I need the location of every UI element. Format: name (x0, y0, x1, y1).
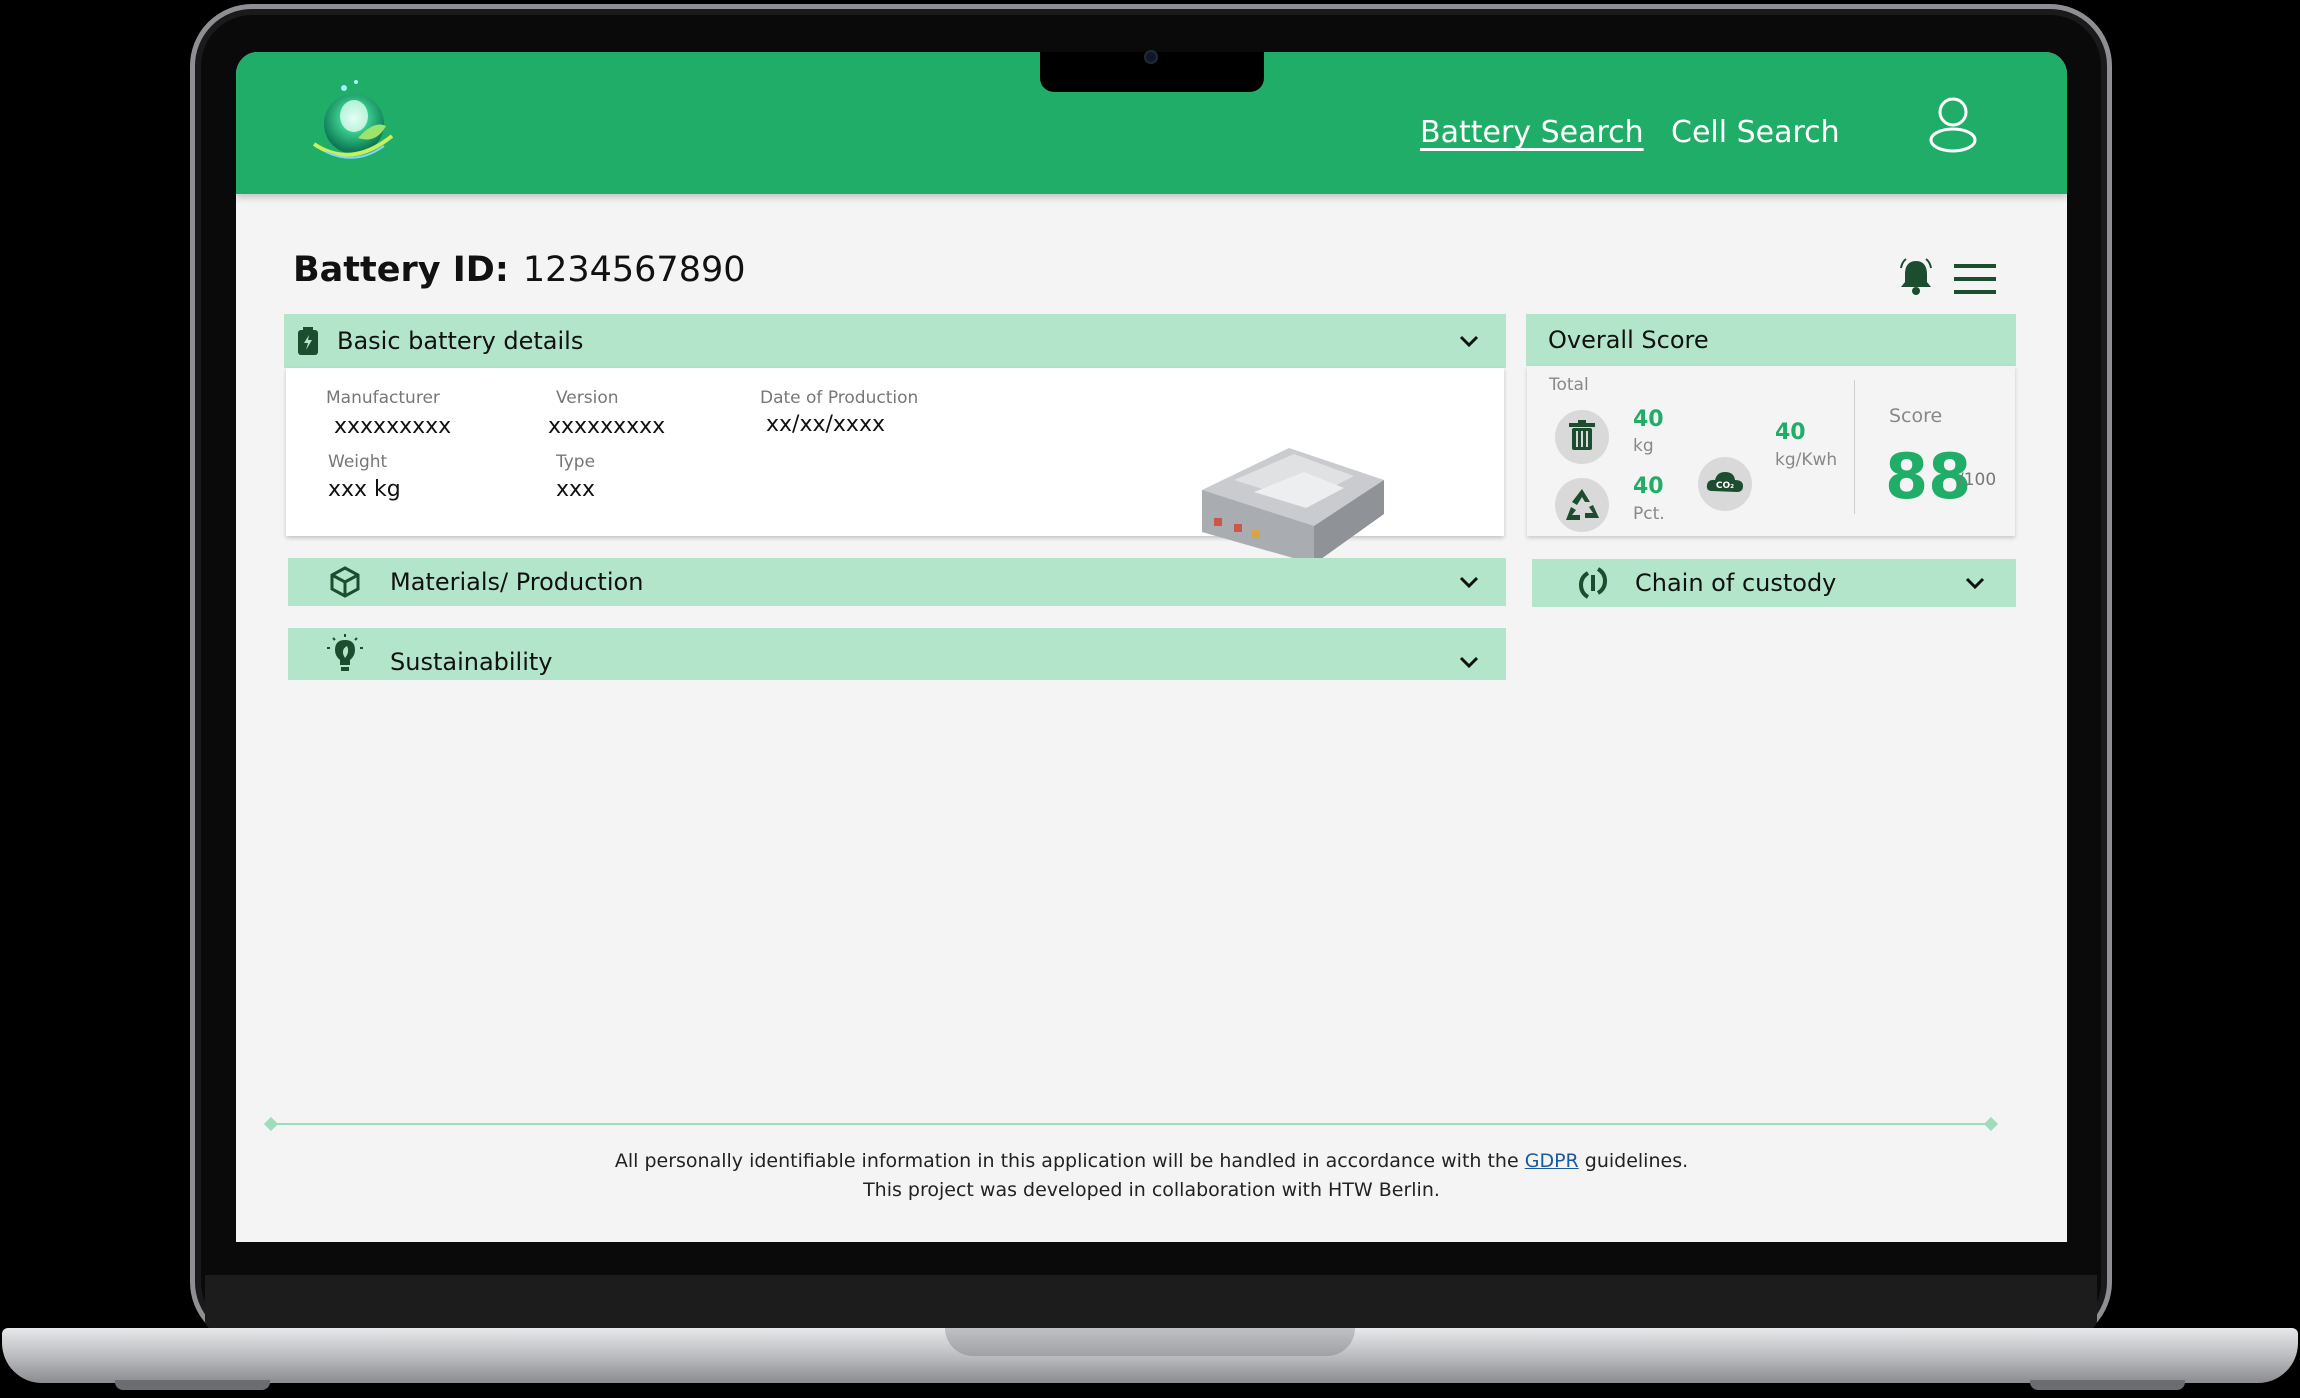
gdpr-text-after: guidelines. (1578, 1150, 1689, 1172)
date-of-production-value: xx/xx/xxxx (766, 412, 885, 437)
battery-icon (298, 327, 318, 355)
basic-details-title: Basic battery details (337, 327, 584, 355)
battery-id-value: 1234567890 (522, 250, 746, 290)
laptop-opening-notch (945, 1328, 1355, 1356)
chevron-down-icon[interactable] (1458, 334, 1480, 348)
nav-cell-search[interactable]: Cell Search (1671, 115, 1840, 150)
waste-unit: kg (1633, 436, 1654, 456)
recycle-value: 40 (1633, 474, 1664, 499)
battery-pack-image (1202, 448, 1384, 564)
weight-value: xxx kg (328, 477, 401, 502)
gdpr-text-before: All personally identifiable information … (614, 1150, 1525, 1172)
overall-score-title: Overall Score (1548, 326, 1709, 354)
sustainability-title: Sustainability (390, 648, 553, 676)
chain-link-icon (1578, 567, 1608, 599)
type-value: xxx (556, 477, 596, 502)
divider-end-marker (263, 1116, 279, 1132)
battery-id-label: Battery ID: (293, 250, 509, 290)
notification-bell-icon[interactable] (1896, 256, 1936, 296)
score-divider (1854, 380, 1855, 514)
leaf-globe-logo[interactable] (296, 74, 406, 174)
materials-production-header[interactable]: Materials/ Production (288, 558, 1506, 606)
date-of-production-label: Date of Production (760, 388, 919, 408)
laptop-foot (2030, 1380, 2185, 1390)
score-max: /100 (1958, 470, 1997, 490)
overall-score-header: Overall Score (1526, 314, 2016, 366)
chevron-down-icon[interactable] (1458, 575, 1480, 589)
user-icon[interactable] (1926, 96, 1980, 154)
page-title: Battery ID: 1234567890 (293, 250, 746, 290)
chevron-down-icon[interactable] (1964, 576, 1986, 590)
chain-of-custody-header[interactable]: Chain of custody (1532, 559, 2016, 607)
recycle-unit: Pct. (1633, 504, 1665, 524)
gdpr-notice: All personally identifiable information … (236, 1150, 2067, 1172)
sustainability-header[interactable]: Sustainability (288, 628, 1506, 680)
type-label: Type (556, 452, 596, 472)
nav-battery-search[interactable]: Battery Search (1420, 115, 1644, 150)
manufacturer-value: xxxxxxxxx (334, 414, 452, 439)
cube-package-icon (330, 566, 360, 598)
gdpr-link[interactable]: GDPR (1525, 1150, 1579, 1172)
co2-value: 40 (1775, 420, 1806, 445)
hamburger-menu-icon[interactable] (1954, 264, 1996, 294)
basic-details-header[interactable]: Basic battery details (284, 314, 1506, 368)
recycle-icon (1555, 478, 1609, 532)
app-screen: Battery Search Cell Search Battery ID: 12… (236, 52, 2067, 1242)
camera-icon (1144, 50, 1158, 64)
footer-divider (270, 1123, 1990, 1125)
manufacturer-label: Manufacturer (326, 388, 440, 408)
score-label: Score (1889, 405, 1943, 427)
chain-of-custody-title: Chain of custody (1635, 569, 1837, 597)
eco-lightbulb-icon (327, 634, 363, 671)
total-label: Total (1549, 375, 1589, 395)
chevron-down-icon[interactable] (1458, 655, 1480, 669)
laptop-bezel (205, 1275, 2097, 1330)
collaboration-notice: This project was developed in collaborat… (863, 1179, 1440, 1201)
waste-icon (1555, 410, 1609, 464)
version-label: Version (556, 388, 619, 408)
version-value: xxxxxxxxx (548, 414, 666, 439)
co2-cloud-icon: CO₂ (1698, 457, 1752, 511)
weight-label: Weight (328, 452, 388, 472)
waste-value: 40 (1633, 407, 1664, 432)
divider-end-marker (1983, 1116, 1999, 1132)
svg-text:CO₂: CO₂ (1716, 481, 1734, 491)
laptop-foot (115, 1380, 270, 1390)
co2-unit: kg/Kwh (1775, 450, 1838, 470)
materials-production-title: Materials/ Production (390, 568, 644, 596)
